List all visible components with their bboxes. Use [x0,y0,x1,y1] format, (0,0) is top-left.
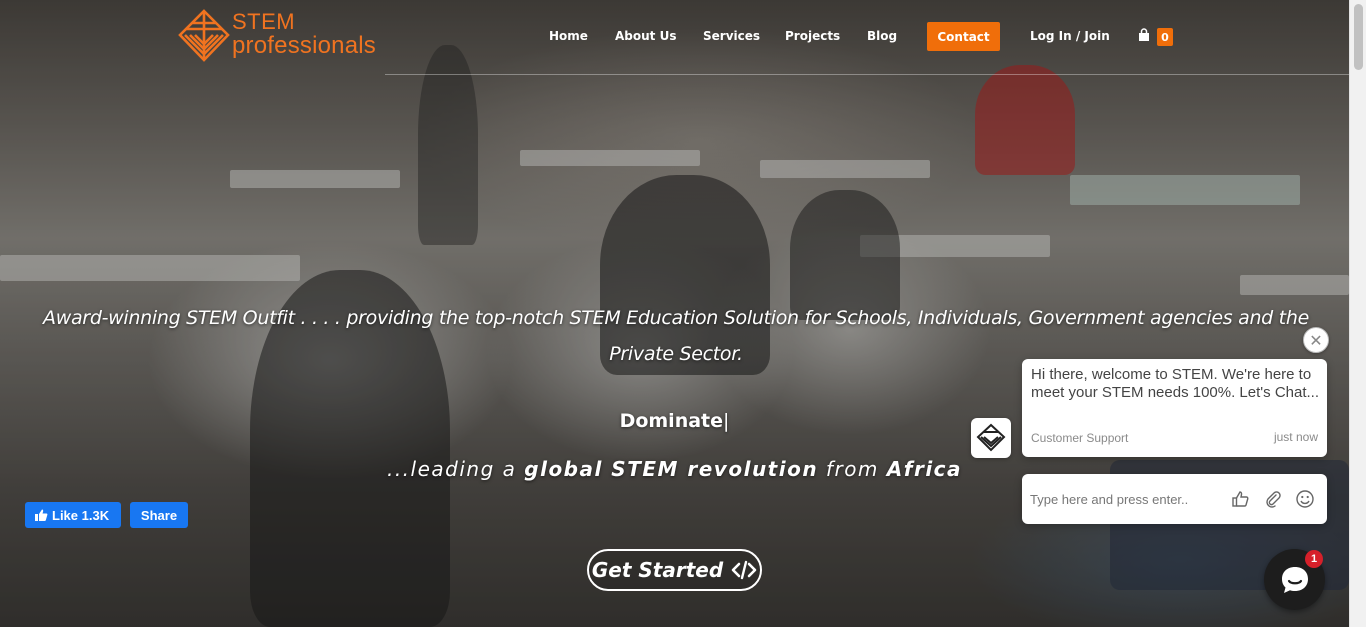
sub-bold-africa: Africa [886,457,963,481]
logo-pyramid-icon [976,423,1006,452]
logo-line-1: STEM [232,9,296,34]
logo-line-2: professionals [232,32,377,59]
header-divider [385,74,1349,75]
chat-message-bubble: Hi there, welcome to STEM. We're here to… [1022,359,1327,457]
nav-home[interactable]: Home [549,29,588,43]
get-started-button[interactable]: Get Started [587,549,762,591]
sub-bold-global: global STEM revolution [524,457,819,481]
page-scrollbar[interactable] [1349,0,1366,627]
typing-cursor: | [723,410,730,432]
paperclip-icon[interactable] [1263,489,1283,509]
nav-about-us[interactable]: About Us [615,29,676,43]
chat-sender-name: Customer Support [1031,431,1129,445]
facebook-share-button[interactable]: Share [130,502,188,528]
cart-count-badge: 0 [1157,28,1173,46]
site-header: STEM professionals Home About Us Service… [0,0,1349,75]
sub-mid: from [818,457,887,481]
logo-pyramid-icon [178,9,230,62]
emoji-icon[interactable] [1295,489,1315,509]
contact-button[interactable]: Contact [927,22,1000,51]
get-started-label: Get Started [591,558,724,582]
code-icon [731,560,757,580]
site-logo[interactable]: STEM professionals [176,8,396,68]
chat-input-container [1022,474,1327,524]
facebook-like-button[interactable]: Like 1.3K [25,502,121,528]
scrollbar-thumb[interactable] [1354,4,1363,70]
chat-timestamp: just now [1273,430,1318,444]
nav-projects[interactable]: Projects [785,29,840,43]
thumbs-up-icon [35,509,48,521]
chat-unread-badge: 1 [1305,550,1323,568]
chat-agent-avatar [971,418,1011,458]
facebook-like-label: Like 1.3K [52,507,110,523]
typed-word: Dominate [619,410,724,432]
chat-close-icon[interactable]: ✕ [1303,327,1329,353]
thumbs-up-icon[interactable] [1231,489,1251,509]
cart-button[interactable]: 0 [1137,28,1177,48]
chat-message-input[interactable] [1030,488,1220,510]
shopping-bag-icon [1139,28,1149,41]
nav-blog[interactable]: Blog [867,29,897,43]
chat-message-text: Hi there, welcome to STEM. We're here to… [1031,366,1320,401]
chat-bubble-icon [1281,566,1308,593]
sub-prefix: ...leading a [386,457,525,481]
login-join-link[interactable]: Log In / Join [1030,29,1110,43]
nav-services[interactable]: Services [703,29,760,43]
